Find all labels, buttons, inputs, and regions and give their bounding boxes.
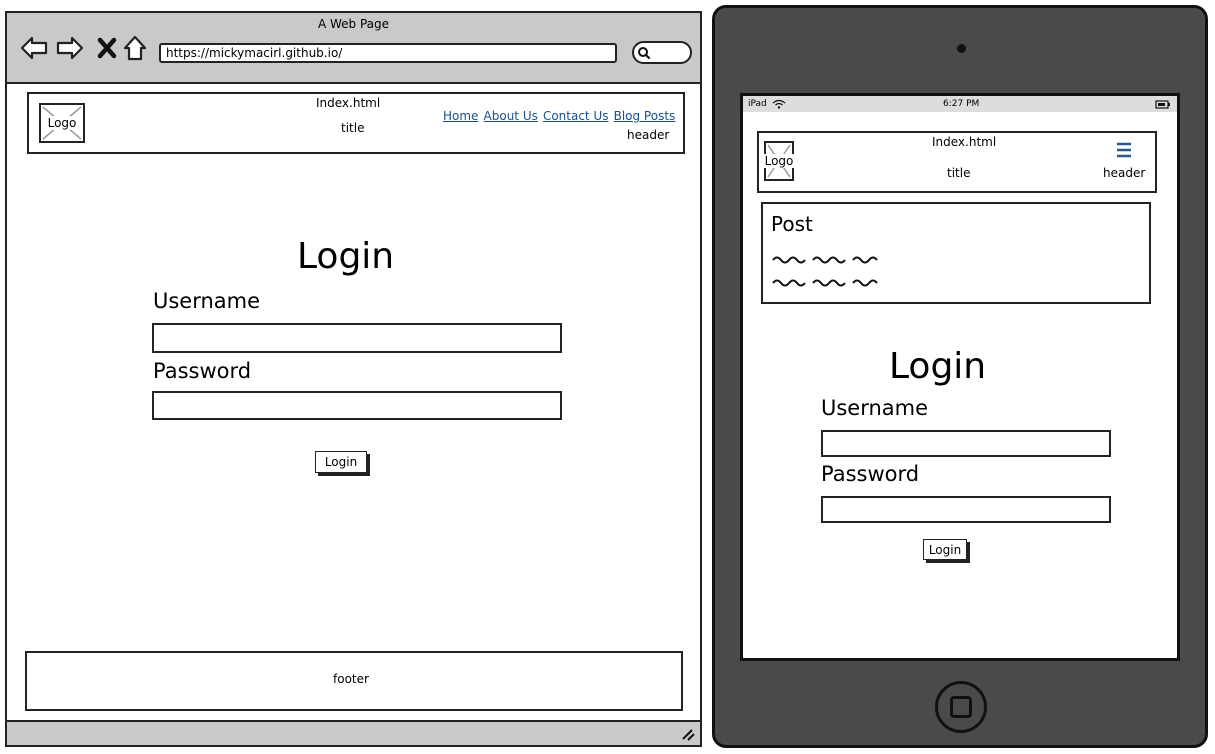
- camera-dot: [957, 44, 966, 53]
- device-name: iPad: [748, 99, 767, 109]
- page-filename: Index.html: [316, 96, 381, 110]
- status-time: 6:27 PM: [943, 99, 980, 109]
- tablet-site-header: Logo Index.html title header: [757, 131, 1157, 193]
- footer-caption: footer: [333, 672, 369, 686]
- logo-label: Logo: [46, 116, 78, 130]
- site-header: Logo Index.html title Home About Us Cont…: [27, 92, 685, 154]
- tablet-logo: Logo: [763, 141, 795, 181]
- tablet-status-bar: iPad 6:27 PM: [743, 96, 1177, 112]
- username-input[interactable]: [152, 323, 562, 353]
- tablet-page-title: title: [947, 166, 971, 180]
- tablet-username-input[interactable]: [821, 430, 1111, 457]
- header-caption: header: [627, 128, 670, 142]
- password-input[interactable]: [152, 391, 562, 420]
- search-icon: [638, 47, 651, 60]
- browser-window: A Web Page https://mickymacirl.github.io…: [5, 11, 702, 747]
- tablet-password-input[interactable]: [821, 496, 1111, 523]
- arrow-left-icon[interactable]: [19, 33, 49, 63]
- tablet-header-caption: header: [1103, 166, 1146, 180]
- close-icon[interactable]: [93, 33, 123, 63]
- tablet-logo-label: Logo: [763, 154, 795, 168]
- window-title: A Web Page: [317, 17, 390, 31]
- wifi-icon: [772, 99, 786, 109]
- tablet-page-filename: Index.html: [932, 135, 997, 149]
- arrow-right-icon[interactable]: [55, 33, 85, 63]
- nav-link-about-us[interactable]: About Us: [484, 109, 538, 123]
- tablet-password-label: Password: [821, 462, 920, 486]
- password-label: Password: [153, 359, 252, 383]
- placeholder-text-scribble: [772, 256, 878, 264]
- browser-toolbar: A Web Page https://mickymacirl.github.io…: [7, 13, 700, 84]
- tablet-home-button[interactable]: [935, 681, 987, 733]
- browser-status-bar: [7, 720, 700, 745]
- tablet-username-label: Username: [821, 396, 929, 420]
- username-label: Username: [153, 289, 261, 313]
- tablet-login-button[interactable]: Login: [923, 539, 967, 560]
- search-field[interactable]: [632, 41, 692, 64]
- nav-link-contact-us[interactable]: Contact Us: [543, 109, 609, 123]
- site-footer: footer: [25, 651, 683, 711]
- placeholder-text-scribble: [772, 279, 878, 287]
- tablet-login-heading: Login: [889, 346, 987, 387]
- tablet-screen: iPad 6:27 PM Logo Index.html title heade…: [740, 93, 1180, 661]
- tablet-device: iPad 6:27 PM Logo Index.html title heade…: [712, 5, 1208, 748]
- home-button-square: [950, 696, 972, 718]
- home-icon[interactable]: [121, 33, 151, 63]
- address-bar[interactable]: https://mickymacirl.github.io/: [159, 43, 617, 63]
- nav-links: Home About Us Contact Us Blog Posts: [443, 105, 675, 124]
- login-heading: Login: [297, 236, 395, 277]
- logo: Logo: [39, 103, 85, 143]
- page-title: title: [341, 121, 365, 135]
- nav-link-home[interactable]: Home: [443, 109, 478, 123]
- login-button[interactable]: Login: [315, 451, 367, 473]
- battery-icon: [1155, 100, 1170, 109]
- hamburger-menu-icon[interactable]: [1115, 141, 1133, 159]
- post-title: Post: [771, 212, 813, 236]
- resize-grip-icon[interactable]: [680, 727, 696, 741]
- post-card: Post: [761, 202, 1151, 304]
- nav-link-blog-posts[interactable]: Blog Posts: [614, 109, 676, 123]
